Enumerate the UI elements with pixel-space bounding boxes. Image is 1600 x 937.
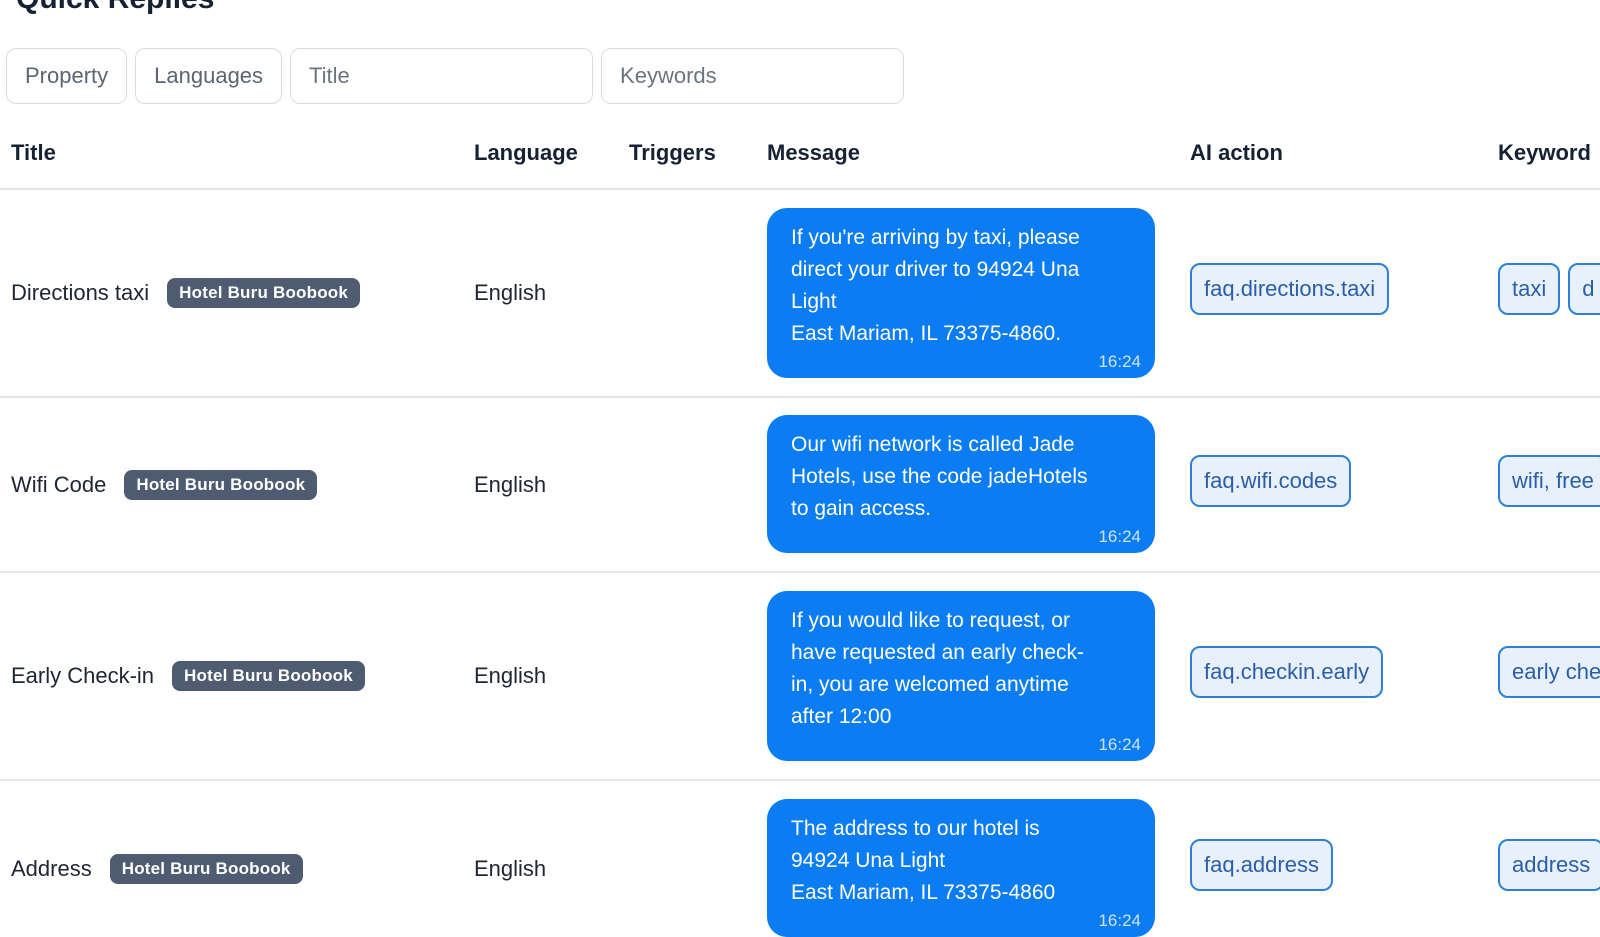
quick-replies-page: Quick Replies Property Languages Title L… [0,0,1600,937]
property-badge: Hotel Buru Boobook [172,661,365,691]
page-title: Quick Replies [16,0,214,14]
keywords-search-input[interactable] [601,48,905,104]
table-row[interactable]: Wifi Code Hotel Buru Boobook English Our… [0,397,1600,573]
table-row[interactable]: Early Check-in Hotel Buru Boobook Englis… [0,573,1600,781]
title-cell: Early Check-in Hotel Buru Boobook [11,661,365,691]
message-bubble: Our wifi network is called Jade Hotels, … [767,415,1155,553]
keywords-cell: early che [1498,646,1600,698]
reply-title: Wifi Code [11,472,107,497]
reply-title: Directions taxi [11,280,150,305]
title-cell: Address Hotel Buru Boobook [11,854,303,884]
property-badge: Hotel Buru Boobook [124,470,318,500]
column-header-message[interactable]: Message [767,140,860,166]
keywords-cell: address [1498,839,1600,891]
language-cell: English [474,663,547,688]
keyword-chip[interactable]: wifi, free [1498,455,1600,507]
column-header-ai-action[interactable]: AI action [1190,140,1283,166]
keyword-chip[interactable]: taxi [1498,263,1561,315]
reply-title: Address [11,856,92,881]
table-row[interactable]: Address Hotel Buru Boobook English The a… [0,781,1600,937]
keywords-cell: taxi d [1498,263,1600,315]
ai-action-chip[interactable]: faq.address [1190,839,1333,891]
message-text: If you're arriving by taxi, please direc… [791,226,1080,345]
column-header-title[interactable]: Title [11,140,56,166]
language-cell: English [474,856,547,881]
message-bubble: The address to our hotel is 94924 Una Li… [767,799,1155,937]
message-bubble: If you're arriving by taxi, please direc… [767,208,1155,378]
ai-action-chip[interactable]: faq.directions.taxi [1190,263,1390,315]
table-header: Title Language Triggers Message AI actio… [0,118,1600,190]
title-cell: Wifi Code Hotel Buru Boobook [11,470,318,500]
title-search-input[interactable] [290,48,594,104]
message-bubble: If you would like to request, or have re… [767,591,1155,761]
property-badge: Hotel Buru Boobook [167,278,361,308]
message-timestamp: 16:24 [1098,527,1141,546]
keywords-cell: wifi, free [1498,455,1600,507]
column-header-triggers[interactable]: Triggers [629,140,716,166]
message-timestamp: 16:24 [1098,735,1141,754]
property-filter-button[interactable]: Property [6,48,128,104]
title-cell: Directions taxi Hotel Buru Boobook [11,278,361,308]
language-cell: English [474,472,547,497]
filter-bar: Property Languages [6,48,905,104]
reply-title: Early Check-in [11,663,155,688]
column-header-keywords[interactable]: Keyword [1498,140,1591,166]
message-timestamp: 16:24 [1098,352,1141,371]
message-text: The address to our hotel is 94924 Una Li… [791,817,1056,904]
property-badge: Hotel Buru Boobook [109,854,303,884]
ai-action-chip[interactable]: faq.checkin.early [1190,646,1384,698]
language-cell: English [474,280,547,305]
keyword-chip[interactable]: address [1498,839,1600,891]
ai-action-chip[interactable]: faq.wifi.codes [1190,455,1352,507]
column-header-language[interactable]: Language [474,140,578,166]
keyword-chip[interactable]: d [1568,263,1600,315]
keyword-chip[interactable]: early che [1498,646,1600,698]
table-row[interactable]: Directions taxi Hotel Buru Boobook Engli… [0,190,1600,398]
languages-filter-button[interactable]: Languages [135,48,283,104]
message-text: Our wifi network is called Jade Hotels, … [791,433,1088,520]
message-text: If you would like to request, or have re… [791,609,1085,728]
message-timestamp: 16:24 [1098,911,1141,930]
